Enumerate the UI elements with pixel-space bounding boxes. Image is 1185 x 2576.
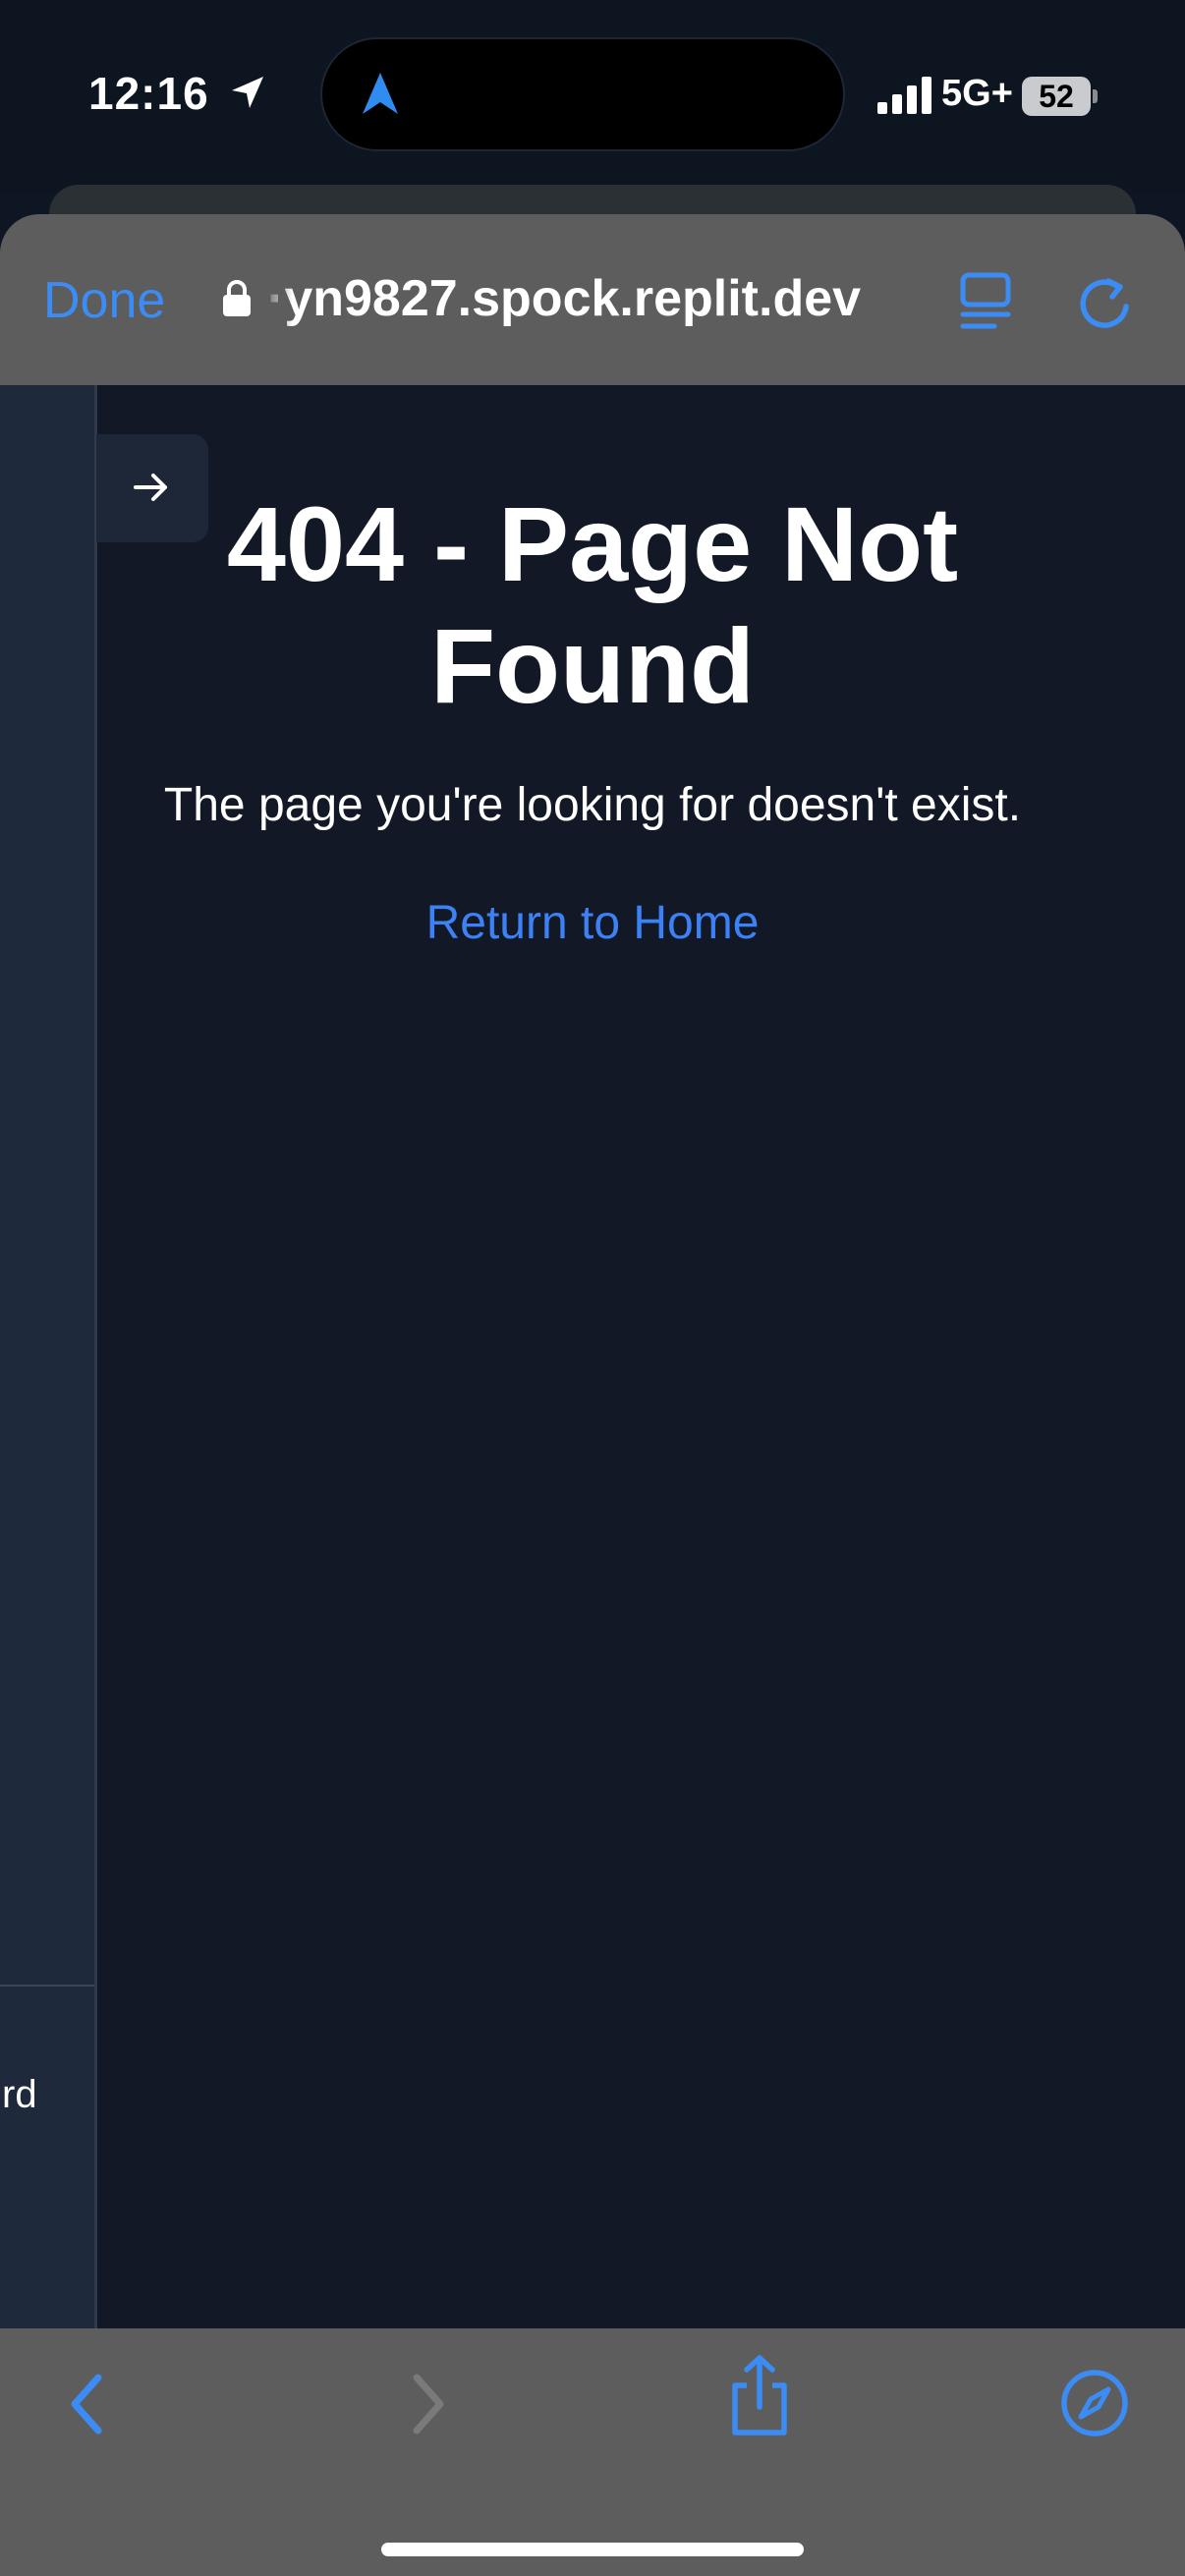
- home-indicator[interactable]: [381, 2543, 804, 2556]
- compass-icon[interactable]: [1059, 2368, 1130, 2443]
- navigation-icon: [359, 71, 402, 121]
- page-description: The page you're looking for doesn't exis…: [163, 779, 1022, 831]
- browser-header: Done ·yn9827.spock.replit.dev: [0, 214, 1185, 385]
- share-icon[interactable]: [727, 2354, 792, 2441]
- sidebar: rd: [0, 385, 97, 2328]
- url-field[interactable]: ·yn9827.spock.replit.dev: [267, 269, 906, 328]
- return-home-link[interactable]: Return to Home: [98, 896, 1087, 950]
- location-arrow-icon: [228, 73, 267, 117]
- status-bar: 12:16 5G+ 52: [0, 0, 1185, 193]
- page-title: 404 - Page Not Found: [226, 484, 959, 725]
- reload-icon[interactable]: [1073, 273, 1136, 336]
- back-icon[interactable]: [65, 2372, 108, 2441]
- url-fade: [263, 263, 293, 334]
- sidebar-divider: [0, 1985, 94, 1987]
- bottom-toolbar: [0, 2328, 1185, 2576]
- battery-icon: 52: [1022, 77, 1091, 116]
- page-content: rd 404 - Page Not Found The page you're …: [0, 385, 1185, 2328]
- lock-icon: [222, 279, 252, 323]
- status-time: 12:16: [88, 68, 209, 119]
- forward-icon[interactable]: [407, 2372, 450, 2441]
- battery-nub: [1093, 89, 1098, 103]
- done-button[interactable]: Done: [43, 271, 165, 330]
- sidebar-item-label[interactable]: rd: [2, 2073, 37, 2117]
- reader-mode-icon[interactable]: [959, 269, 1014, 332]
- signal-icon: [877, 77, 936, 119]
- network-type: 5G+: [941, 73, 1013, 114]
